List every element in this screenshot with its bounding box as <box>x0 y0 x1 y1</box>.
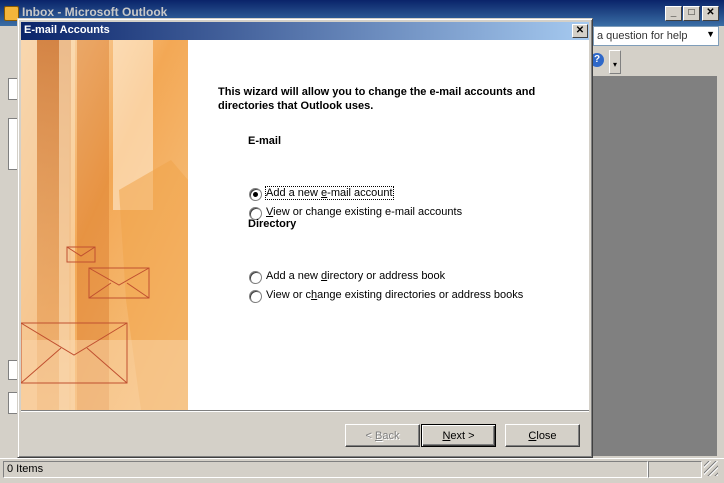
email-accounts-dialog: E-mail Accounts ✕ This wizard will allow… <box>17 18 593 458</box>
wizard-body: This wizard will allow you to change the… <box>21 40 589 410</box>
option-label: Add a new e-mail account <box>265 186 394 200</box>
ask-question-box[interactable]: a question for help ▼ <box>593 26 719 46</box>
close-icon[interactable]: ✕ <box>702 6 719 21</box>
status-cell <box>648 461 702 478</box>
close-button[interactable]: Close <box>505 424 580 447</box>
ask-question-placeholder: a question for help <box>597 30 688 42</box>
radio-icon[interactable] <box>249 290 262 303</box>
toolbar-options-icon[interactable]: ▾ <box>609 50 621 74</box>
next-button[interactable]: Next > <box>421 424 496 447</box>
dialog-title: E-mail Accounts <box>24 24 110 36</box>
resize-grip[interactable] <box>704 461 718 476</box>
dropdown-arrow-icon[interactable]: ▼ <box>706 29 715 39</box>
radio-icon[interactable] <box>249 271 262 284</box>
radio-icon[interactable] <box>249 188 262 201</box>
wizard-intro-text: This wizard will allow you to change the… <box>218 86 536 112</box>
reading-pane <box>593 76 717 456</box>
maximize-icon[interactable]: □ <box>683 6 700 21</box>
option-label: Add a new directory or address book <box>266 270 446 282</box>
option-label: View or change existing directories or a… <box>266 289 524 301</box>
wizard-illustration <box>21 40 188 410</box>
dialog-separator-highlight <box>21 411 589 412</box>
back-button[interactable]: < Back <box>345 424 420 447</box>
minimize-icon[interactable]: _ <box>665 6 682 21</box>
status-bar: 0 Items <box>0 458 724 479</box>
dialog-close-icon[interactable]: ✕ <box>572 24 588 38</box>
directory-section-heading: Directory <box>248 218 297 230</box>
option-label: View or change existing e-mail accounts <box>266 206 463 218</box>
main-window-title: Inbox - Microsoft Outlook <box>22 5 168 19</box>
dialog-titlebar[interactable]: E-mail Accounts ✕ <box>21 22 589 40</box>
email-section-heading: E-mail <box>248 135 282 147</box>
status-item-count: 0 Items <box>3 461 648 478</box>
